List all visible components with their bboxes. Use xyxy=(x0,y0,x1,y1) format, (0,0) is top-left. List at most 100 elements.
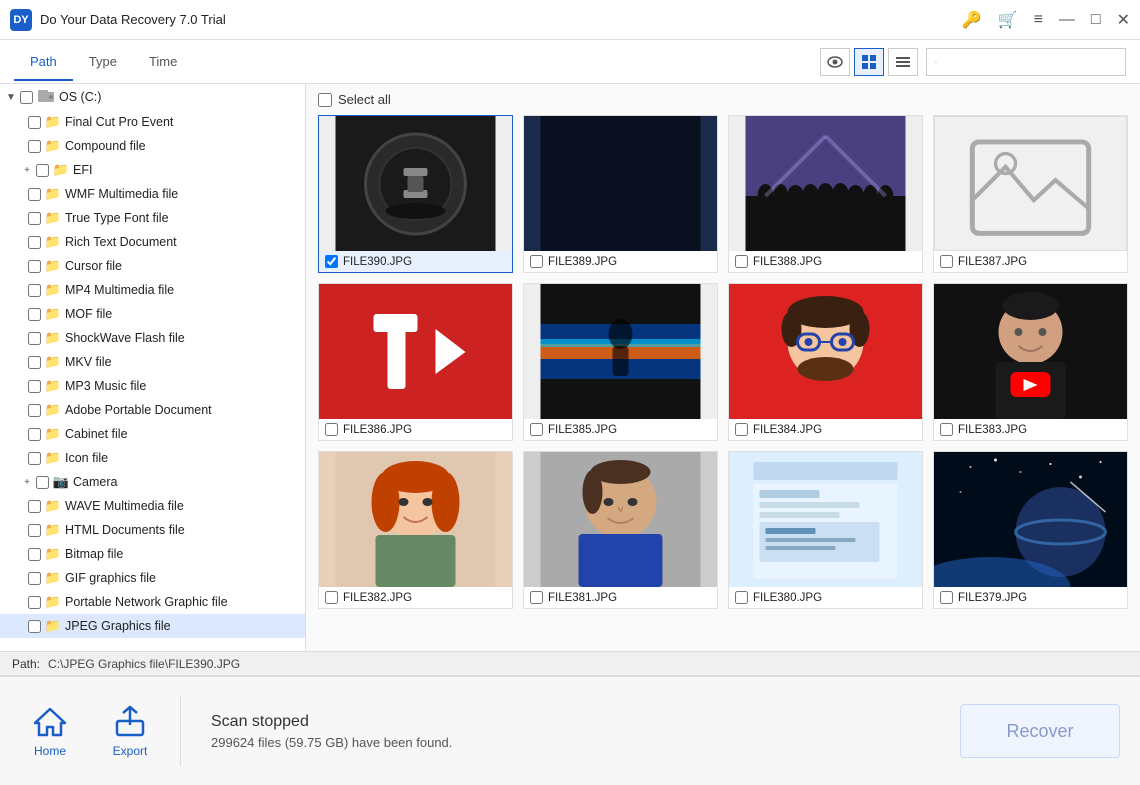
minimize-button[interactable]: — xyxy=(1059,11,1075,29)
tree-item[interactable]: 📁 GIF graphics file xyxy=(0,566,305,590)
item-checkbox-11[interactable] xyxy=(28,380,41,393)
item-checkbox-19[interactable] xyxy=(28,572,41,585)
status-subtitle: 299624 files (59.75 GB) have been found. xyxy=(211,735,940,750)
file-card-9[interactable]: FILE381.JPG xyxy=(523,451,718,609)
item-checkbox-14[interactable] xyxy=(28,452,41,465)
item-checkbox-16[interactable] xyxy=(28,500,41,513)
recover-button[interactable]: Recover xyxy=(960,704,1120,758)
tree-item[interactable]: 📁 Rich Text Document xyxy=(0,230,305,254)
tree-item[interactable]: 📁 MP4 Multimedia file xyxy=(0,278,305,302)
tab-type[interactable]: Type xyxy=(73,44,133,81)
file-checkbox-2[interactable] xyxy=(735,255,748,268)
tree-item[interactable]: 📁 Cursor file xyxy=(0,254,305,278)
item-checkbox-10[interactable] xyxy=(28,356,41,369)
folder-icon-7: 📁 xyxy=(45,283,61,297)
tree-item[interactable]: 📁 HTML Documents file xyxy=(0,518,305,542)
tab-path[interactable]: Path xyxy=(14,44,73,81)
search-input[interactable] xyxy=(941,54,1117,69)
item-checkbox-0[interactable] xyxy=(28,116,41,129)
tree-item[interactable]: 📁 MOF file xyxy=(0,302,305,326)
file-thumb-6 xyxy=(729,284,922,419)
view-grid-button[interactable] xyxy=(854,48,884,76)
item-checkbox-15[interactable] xyxy=(36,476,49,489)
file-label-1: FILE389.JPG xyxy=(524,251,717,272)
item-checkbox-7[interactable] xyxy=(28,284,41,297)
item-checkbox-12[interactable] xyxy=(28,404,41,417)
view-preview-button[interactable] xyxy=(820,48,850,76)
item-checkbox-1[interactable] xyxy=(28,140,41,153)
search-bar[interactable] xyxy=(926,48,1126,76)
tree-item[interactable]: 📁 MP3 Music file xyxy=(0,374,305,398)
file-label-2: FILE388.JPG xyxy=(729,251,922,272)
file-checkbox-11[interactable] xyxy=(940,591,953,604)
file-checkbox-1[interactable] xyxy=(530,255,543,268)
close-button[interactable]: ✕ xyxy=(1117,10,1130,30)
file-thumb-2 xyxy=(729,116,922,251)
item-checkbox-6[interactable] xyxy=(28,260,41,273)
file-checkbox-3[interactable] xyxy=(940,255,953,268)
tab-time[interactable]: Time xyxy=(133,44,193,81)
file-card-10[interactable]: FILE380.JPG xyxy=(728,451,923,609)
tree-item[interactable]: 📁 WMF Multimedia file xyxy=(0,182,305,206)
tree-item[interactable]: 📁 Final Cut Pro Event xyxy=(0,110,305,134)
file-card-2[interactable]: FILE388.JPG xyxy=(728,115,923,273)
tree-item[interactable]: 📁 Cabinet file xyxy=(0,422,305,446)
key-icon[interactable]: 🔑 xyxy=(962,10,982,30)
file-checkbox-5[interactable] xyxy=(530,423,543,436)
tree-item[interactable]: 📁 Portable Network Graphic file xyxy=(0,590,305,614)
home-button[interactable]: Home xyxy=(20,705,80,758)
item-checkbox-9[interactable] xyxy=(28,332,41,345)
item-checkbox-2[interactable] xyxy=(36,164,49,177)
file-card-3[interactable]: FILE387.JPG xyxy=(933,115,1128,273)
tree-item[interactable]: 📁 MKV file xyxy=(0,350,305,374)
file-checkbox-6[interactable] xyxy=(735,423,748,436)
tree-item[interactable]: 📁 WAVE Multimedia file xyxy=(0,494,305,518)
tree-item[interactable]: 📁 ShockWave Flash file xyxy=(0,326,305,350)
item-checkbox-3[interactable] xyxy=(28,188,41,201)
view-list-button[interactable] xyxy=(888,48,918,76)
file-checkbox-10[interactable] xyxy=(735,591,748,604)
tree-item[interactable]: 📁 JPEG Graphics file xyxy=(0,614,305,638)
item-checkbox-18[interactable] xyxy=(28,548,41,561)
tree-item[interactable]: + 📁 EFI xyxy=(0,158,305,182)
file-card-0[interactable]: FILE390.JPG xyxy=(318,115,513,273)
file-card-7[interactable]: FILE383.JPG xyxy=(933,283,1128,441)
file-checkbox-9[interactable] xyxy=(530,591,543,604)
file-card-5[interactable]: FILE385.JPG xyxy=(523,283,718,441)
menu-icon[interactable]: ≡ xyxy=(1034,11,1043,29)
file-card-1[interactable]: FILE389.JPG xyxy=(523,115,718,273)
cart-icon[interactable]: 🛒 xyxy=(998,10,1018,30)
item-checkbox-17[interactable] xyxy=(28,524,41,537)
file-checkbox-0[interactable] xyxy=(325,255,338,268)
item-checkbox-4[interactable] xyxy=(28,212,41,225)
file-thumb-11 xyxy=(934,452,1127,587)
select-all-checkbox[interactable] xyxy=(318,93,332,107)
tree-item[interactable]: 📁 True Type Font file xyxy=(0,206,305,230)
item-checkbox-8[interactable] xyxy=(28,308,41,321)
folder-icon-3: 📁 xyxy=(45,187,61,201)
file-name-1: FILE389.JPG xyxy=(548,256,617,268)
tree-root[interactable]: ▼ OS (C:) xyxy=(0,84,305,110)
item-checkbox-5[interactable] xyxy=(28,236,41,249)
item-checkbox-21[interactable] xyxy=(28,620,41,633)
file-card-6[interactable]: FILE384.JPG xyxy=(728,283,923,441)
file-card-8[interactable]: FILE382.JPG xyxy=(318,451,513,609)
tree-item[interactable]: 📁 Bitmap file xyxy=(0,542,305,566)
folder-icon-15: 📷 xyxy=(53,475,69,489)
tree-item[interactable]: + 📷 Camera xyxy=(0,470,305,494)
item-checkbox-13[interactable] xyxy=(28,428,41,441)
tree-item[interactable]: 📁 Compound file xyxy=(0,134,305,158)
file-checkbox-8[interactable] xyxy=(325,591,338,604)
export-button[interactable]: Export xyxy=(100,705,160,758)
item-label-13: Cabinet file xyxy=(65,427,128,441)
item-checkbox-20[interactable] xyxy=(28,596,41,609)
file-card-11[interactable]: FILE379.JPG xyxy=(933,451,1128,609)
root-checkbox[interactable] xyxy=(20,91,33,104)
view-buttons xyxy=(820,48,918,76)
tree-item[interactable]: 📁 Icon file xyxy=(0,446,305,470)
file-checkbox-7[interactable] xyxy=(940,423,953,436)
file-checkbox-4[interactable] xyxy=(325,423,338,436)
tree-item[interactable]: 📁 Adobe Portable Document xyxy=(0,398,305,422)
file-card-4[interactable]: FILE386.JPG xyxy=(318,283,513,441)
maximize-button[interactable]: □ xyxy=(1091,11,1101,29)
